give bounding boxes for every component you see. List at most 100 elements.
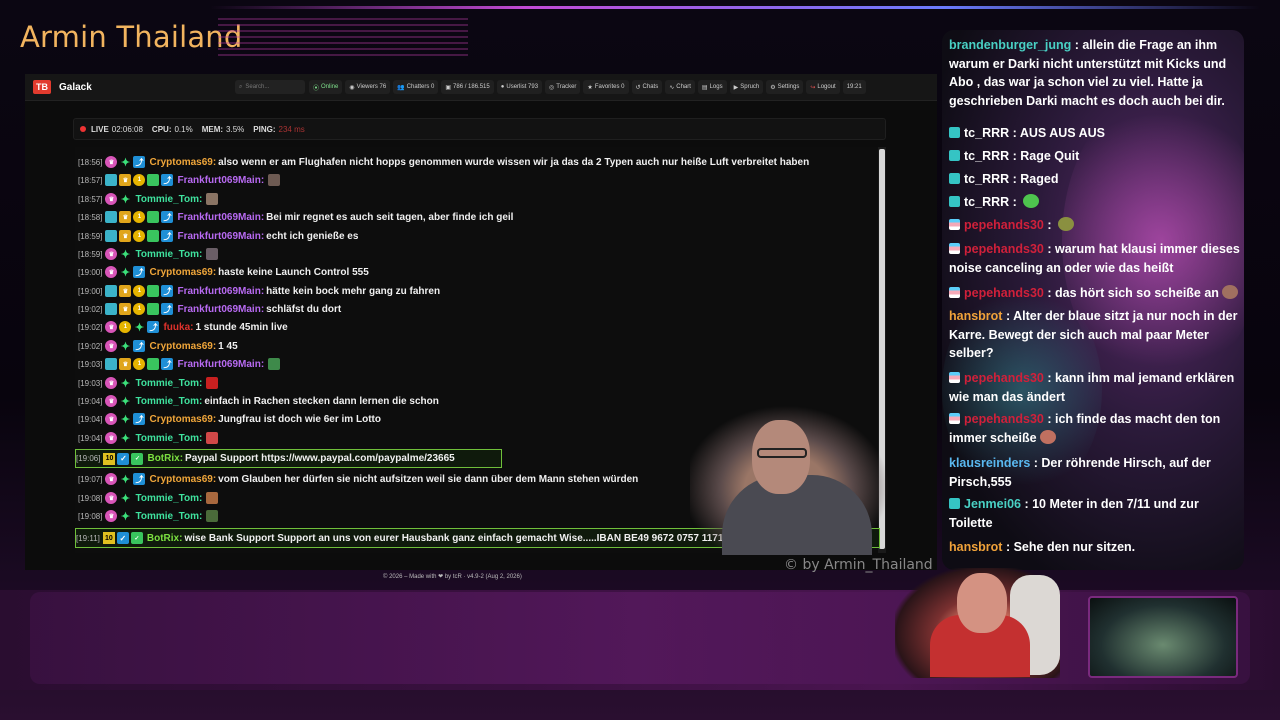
chat-username[interactable]: Cryptomas69: [149,474,216,485]
chat-username[interactable]: Frankfurt069Main: [177,231,264,242]
chat-username[interactable]: Cryptomas69: [149,414,216,425]
eye-icon: ◉ [349,84,355,91]
chat-message[interactable]: [18:57] ♛ 1 ⤴ Frankfurt069Main: [78,171,281,189]
nav-buttons: ⦿ Online ◉ Viewers 76 👥 Chatters 0 ▣ 786 / 186.… [309,80,869,94]
emote-icon [206,492,219,504]
log-icon: ▤ [701,84,708,91]
app-footer: © 2026 – Made with ❤ by tcR · v4.9-2 (Au… [383,574,522,580]
message-timestamp: [19:00] [78,286,103,296]
chat-username[interactable]: Frankfurt069Main: [177,175,264,186]
message-timestamp: [18:59] [78,249,103,259]
prime-badge-icon: ⤴ [147,321,160,333]
verified-badge-icon: ✓ [117,452,130,465]
chat-message[interactable]: [18:58] ♛ 1 ⤴ Frankfurt069Main: Bei mir regne… [78,208,513,226]
star-icon: ★ [587,84,593,91]
nav-button-spruch[interactable]: ▶ Spruch [729,80,764,94]
ping-label: PING: [253,124,276,134]
logout-icon: ↪ [810,84,816,91]
chat-message[interactable]: [19:08] ♛ ✦ Tommie_Tom: [78,489,219,507]
nav-button-favorites-0[interactable]: ★ Favorites 0 [583,80,629,94]
chat-username[interactable]: Tommie_Tom: [135,433,202,444]
search-input[interactable]: ⌕ Search... [235,80,305,94]
chat-username[interactable]: Tommie_Tom: [135,511,202,522]
overlay-chat-message: tc_RRR : Rage Quit [949,147,1241,166]
moderator-badge-icon [147,285,160,297]
nav-button-chart[interactable]: ∿ Chart [665,80,695,94]
nav-button-settings[interactable]: ⚙ Settings [766,80,804,94]
nav-button-chats[interactable]: ↺ Chats [631,80,663,94]
app-logo[interactable]: TB [33,80,51,94]
chat-username[interactable]: Tommie_Tom: [135,396,202,407]
chat-username[interactable]: Frankfurt069Main: [177,286,264,297]
star-badge-icon: ✦ [120,377,131,390]
chat-username[interactable]: Frankfurt069Main: [177,304,264,315]
vip-badge-icon: ♛ [105,510,118,522]
prime-badge-icon: ⤴ [133,340,146,352]
chat-username[interactable]: Cryptomas69: [149,341,216,352]
nav-button-userlist-793[interactable]: ● Userlist 793 [496,80,543,94]
moderator-badge-icon [147,230,160,242]
crown-badge-icon: ♛ [119,358,132,370]
nav-button-chatters-0[interactable]: 👥 Chatters 0 [393,80,439,94]
chat-username[interactable]: Tommie_Tom: [135,378,202,389]
separator: : [1043,286,1055,300]
chat-message[interactable]: [19:03] ♛ ✦ Tommie_Tom: [78,374,219,392]
chat-username[interactable]: Tommie_Tom: [135,194,202,205]
overlay-chat-username: pepehands30 [964,218,1044,232]
chat-username[interactable]: Cryptomas69: [149,157,216,168]
webcam2-person-head [957,573,1007,633]
nav-button-tracker[interactable]: ◎ Tracker [545,80,581,94]
chat-message[interactable]: [19:00] ♛ ✦ ⤴ Cryptomas69: haste keine Launch… [78,263,369,281]
chat-message[interactable]: [19:02] ♛ 1 ⤴ Frankfurt069Main: schläfst du d… [78,300,341,318]
chat-username[interactable]: BotRix: [147,453,183,464]
chat-message[interactable]: [19:04] ♛ ✦ ⤴ Cryptomas69: Jungfrau ist doch … [78,410,381,428]
chat-message[interactable]: [18:56] ♛ ✦ ⤴ Cryptomas69: also wenn er am Fl… [78,153,809,171]
chat-message[interactable]: [19:03] ♛ 1 ⤴ Frankfurt069Main: [78,355,281,373]
chat-username[interactable]: Tommie_Tom: [135,493,202,504]
chat-message[interactable]: [19:00] ♛ 1 ⤴ Frankfurt069Main: hätte kein bo… [78,282,440,300]
nav-button-viewers-76[interactable]: ◉ Viewers 76 [345,80,391,94]
separator: : [1043,242,1055,256]
chat-username[interactable]: Tommie_Tom: [135,249,202,260]
bot-badge-icon: ✓ [131,452,144,465]
chat-message[interactable]: [19:08] ♛ ✦ Tommie_Tom: [78,507,219,525]
chat-message[interactable]: [18:59] ♛ 1 ⤴ Frankfurt069Main: echt ich geni… [78,227,358,245]
vip-badge-icon: ♛ [105,248,118,260]
nav-button-label: Favorites 0 [594,84,625,90]
bot-message[interactable]: [19:06] 10 ✓ ✓ BotRix: Paypal Support https:/… [75,449,502,468]
chat-message[interactable]: [19:07] ♛ ✦ ⤴ Cryptomas69: vom Glauben her dü… [78,470,638,488]
mem-label: MEM: [201,124,224,134]
nav-button-19-21[interactable]: 19:21 [842,80,866,94]
chat-text: Jungfrau ist doch wie 6er im Lotto [218,413,381,425]
prime-badge-icon: ⤴ [133,413,146,425]
nav-button-logs[interactable]: ▤ Logs [697,80,727,94]
nav-button-online[interactable]: ⦿ Online [309,80,343,94]
chat-message[interactable]: [19:02] ♛ 1 ✦ ⤴ fuuka: 1 stunde 45min live [78,318,288,336]
nav-button-label: Chats [642,84,659,90]
nav-button-label: 786 / 186.515 [453,84,490,90]
chat-message[interactable]: [18:57] ♛ ✦ Tommie_Tom: [78,190,219,208]
chat-username[interactable]: Frankfurt069Main: [177,359,264,370]
decorative-lines [218,18,468,58]
gift-badge-icon: 1 [119,321,132,333]
nav-button-label: Logout [817,84,836,90]
chat-username[interactable]: Frankfurt069Main: [177,212,264,223]
chat-message[interactable]: [18:59] ♛ ✦ Tommie_Tom: [78,245,219,263]
chat-username[interactable]: Cryptomas69: [149,267,216,278]
level-badge-icon: 10 [103,452,116,465]
message-timestamp: [19:03] [78,359,103,369]
chat-message[interactable]: [19:02] ♛ ✦ ⤴ Cryptomas69: 1 45 [78,337,238,355]
flag-badge-icon [949,287,960,298]
flag-badge-icon [949,372,960,383]
chat-message[interactable]: [19:04] ♛ ✦ Tommie_Tom: [78,429,219,447]
chat-username[interactable]: fuuka: [163,322,193,333]
nav-button-786-186-515[interactable]: ▣ 786 / 186.515 [441,80,494,94]
overlay-chat-username: pepehands30 [964,371,1044,385]
chat-username[interactable]: BotRix: [147,533,183,544]
chat-message[interactable]: [19:04] ♛ ✦ Tommie_Tom: einfach in Rachen st… [78,392,439,410]
nav-button-logout[interactable]: ↪ Logout [806,80,840,94]
overlay-chat-username: klausreinders [949,456,1031,470]
message-timestamp: [18:59] [78,231,103,241]
star-badge-icon: ✦ [120,473,131,486]
overlay-chat-username: hansbrot [949,309,1003,323]
